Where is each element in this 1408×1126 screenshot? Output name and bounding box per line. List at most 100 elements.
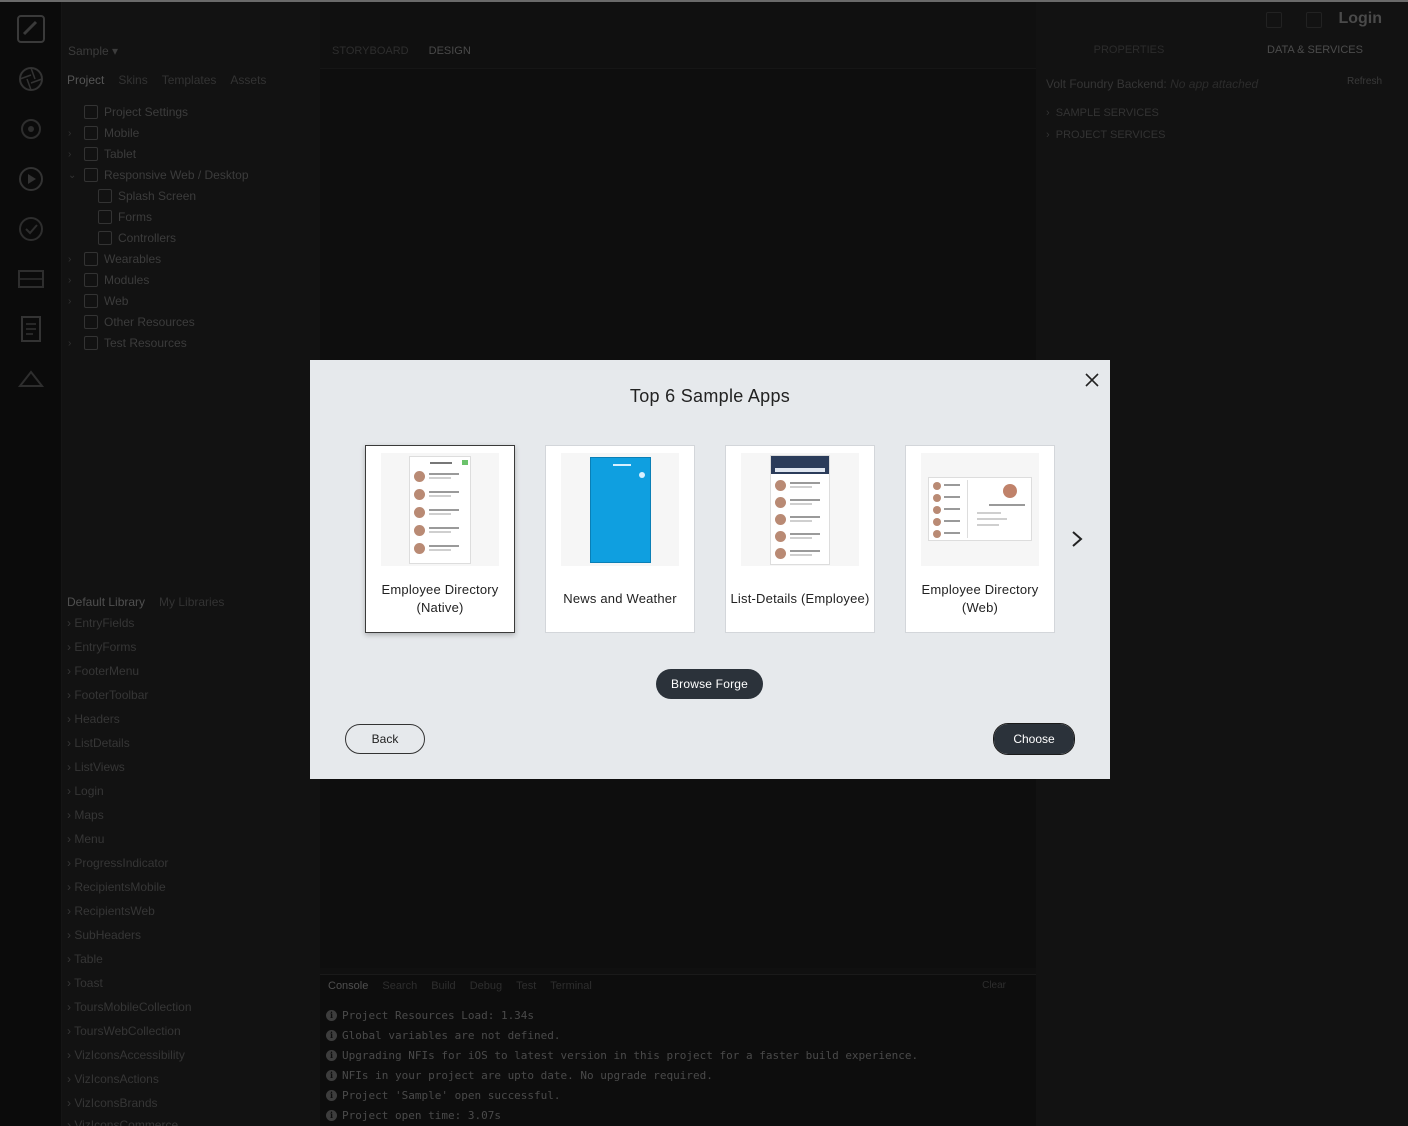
list-details-thumbnail <box>741 453 859 566</box>
toolbar-icon[interactable] <box>1266 12 1282 28</box>
sample-services-node[interactable]: › SAMPLE SERVICES <box>1046 107 1159 119</box>
employee-native-thumbnail <box>381 453 499 566</box>
sample-card-news-and-weather[interactable]: News and Weather <box>545 445 695 633</box>
layout-icon[interactable] <box>16 264 46 294</box>
tree-item-modules[interactable]: › Modules <box>68 270 149 290</box>
library-item[interactable]: › Table <box>67 952 103 966</box>
library-item[interactable]: › Toast <box>67 976 103 990</box>
console-line: i Upgrading NFIs for iOS to latest versio… <box>326 1045 918 1065</box>
folder-icon <box>84 315 98 329</box>
library-item[interactable]: › VizIconsActions <box>67 1072 159 1086</box>
library-item[interactable]: › RecipientsWeb <box>67 904 155 918</box>
employee-web-thumbnail <box>921 453 1039 566</box>
login-button[interactable]: Login <box>1338 10 1382 28</box>
library-item[interactable]: › ToursMobileCollection <box>67 1000 192 1014</box>
card-label: News and Weather <box>563 591 677 606</box>
aperture-icon[interactable] <box>16 64 46 94</box>
sample-card-list-details-employee[interactable]: List-Details (Employee) <box>725 445 875 633</box>
settings-icon[interactable] <box>16 114 46 144</box>
info-icon: i <box>326 1009 337 1021</box>
tab-debug[interactable]: Debug <box>470 980 502 992</box>
folder-icon <box>98 231 112 245</box>
back-button[interactable]: Back <box>345 724 425 754</box>
tab-default-library[interactable]: Default Library <box>67 595 145 609</box>
app-logo-icon <box>16 14 46 44</box>
library-item[interactable]: › FooterToolbar <box>67 688 148 702</box>
tab-project[interactable]: Project <box>67 73 104 87</box>
library-item[interactable]: › VizIconsBrands <box>67 1096 158 1110</box>
choose-button[interactable]: Choose <box>993 723 1075 755</box>
document-icon[interactable] <box>16 314 46 344</box>
tab-data-services[interactable]: DATA & SERVICES <box>1222 44 1408 56</box>
news-weather-thumbnail <box>561 453 679 566</box>
tab-search[interactable]: Search <box>382 980 417 992</box>
browse-forge-button[interactable]: Browse Forge <box>656 669 763 699</box>
splash-icon <box>98 189 112 203</box>
cloud-icon[interactable] <box>16 364 46 394</box>
sample-card-employee-directory-native[interactable]: Employee Directory (Native) <box>365 445 515 633</box>
right-panel-tabs: PROPERTIES DATA & SERVICES <box>1036 44 1408 56</box>
console-clear-button[interactable]: Clear <box>982 980 1006 991</box>
tree-item-test-resources[interactable]: › Test Resources <box>68 333 187 353</box>
library-item[interactable]: › RecipientsMobile <box>67 880 166 894</box>
chevron-down-icon: ⌄ <box>68 169 77 181</box>
chevron-right-icon[interactable] <box>1066 526 1088 552</box>
tab-assets[interactable]: Assets <box>230 73 266 87</box>
library-item[interactable]: › VizIconsCommerce <box>67 1118 178 1126</box>
library-item[interactable]: › Headers <box>67 712 120 726</box>
chevron-right-icon: › <box>68 337 72 349</box>
mobile-icon <box>84 126 98 140</box>
toolbar-icon[interactable] <box>1306 12 1322 28</box>
close-icon[interactable] <box>1080 368 1104 392</box>
tab-my-libraries[interactable]: My Libraries <box>159 595 224 609</box>
tree-item-other-resources[interactable]: Other Resources <box>68 312 195 332</box>
project-tabs: Project Skins Templates Assets <box>67 73 266 87</box>
library-item[interactable]: › EntryForms <box>67 640 136 654</box>
chevron-right-icon: › <box>68 253 72 265</box>
project-name-dropdown[interactable]: Sample ▾ <box>68 44 118 58</box>
library-item[interactable]: › ToursWebCollection <box>67 1024 181 1038</box>
sample-card-employee-directory-web[interactable]: Employee Directory (Web) <box>905 445 1055 633</box>
chevron-right-icon: › <box>68 295 72 307</box>
info-icon: i <box>326 1109 337 1121</box>
info-icon: i <box>326 1049 337 1061</box>
settings-icon <box>84 105 98 119</box>
library-item[interactable]: › SubHeaders <box>67 928 141 942</box>
tree-item-wearables[interactable]: › Wearables <box>68 249 161 269</box>
library-item[interactable]: › Maps <box>67 808 104 822</box>
tab-templates[interactable]: Templates <box>162 73 217 87</box>
tab-skins[interactable]: Skins <box>118 73 147 87</box>
library-item[interactable]: › Login <box>67 784 104 798</box>
library-item[interactable]: › ProgressIndicator <box>67 856 168 870</box>
tab-storyboard[interactable]: STORYBOARD <box>332 45 409 57</box>
tab-test[interactable]: Test <box>516 980 536 992</box>
library-item[interactable]: › FooterMenu <box>67 664 139 678</box>
dialog-title: Top 6 Sample Apps <box>629 386 791 406</box>
tab-build[interactable]: Build <box>431 980 455 992</box>
card-label: Employee Directory (Native) <box>381 582 499 615</box>
library-item[interactable]: › ListDetails <box>67 736 130 750</box>
check-icon[interactable] <box>16 214 46 244</box>
tree-item-tablet[interactable]: › Tablet <box>68 144 136 164</box>
tab-console[interactable]: Console <box>328 980 368 992</box>
console-tabs: Console Search Build Debug Test Terminal <box>328 980 592 992</box>
project-services-node[interactable]: › PROJECT SERVICES <box>1046 129 1165 141</box>
library-item[interactable]: › EntryFields <box>67 616 134 630</box>
tree-item-project-settings[interactable]: Project Settings <box>68 102 188 122</box>
tree-item-forms[interactable]: Forms <box>82 207 152 227</box>
tab-terminal[interactable]: Terminal <box>550 980 592 992</box>
console-panel: Console Search Build Debug Test Terminal… <box>320 974 1036 1126</box>
library-item[interactable]: › ListViews <box>67 760 125 774</box>
library-item[interactable]: › VizIconsAccessibility <box>67 1048 185 1062</box>
refresh-button[interactable]: Refresh <box>1347 76 1382 87</box>
tree-item-responsive-web[interactable]: ⌄ Responsive Web / Desktop <box>68 165 249 185</box>
tree-item-mobile[interactable]: › Mobile <box>68 123 139 143</box>
play-icon[interactable] <box>16 164 46 194</box>
tab-design[interactable]: DESIGN <box>429 45 471 57</box>
library-item[interactable]: › Menu <box>67 832 104 846</box>
tree-item-web[interactable]: › Web <box>68 291 128 311</box>
tab-properties[interactable]: PROPERTIES <box>1036 44 1222 56</box>
tree-item-controllers[interactable]: Controllers <box>82 228 176 248</box>
console-line: i NFIs in your project are upto date. No … <box>326 1065 713 1085</box>
tree-item-splash-screen[interactable]: Splash Screen <box>82 186 196 206</box>
